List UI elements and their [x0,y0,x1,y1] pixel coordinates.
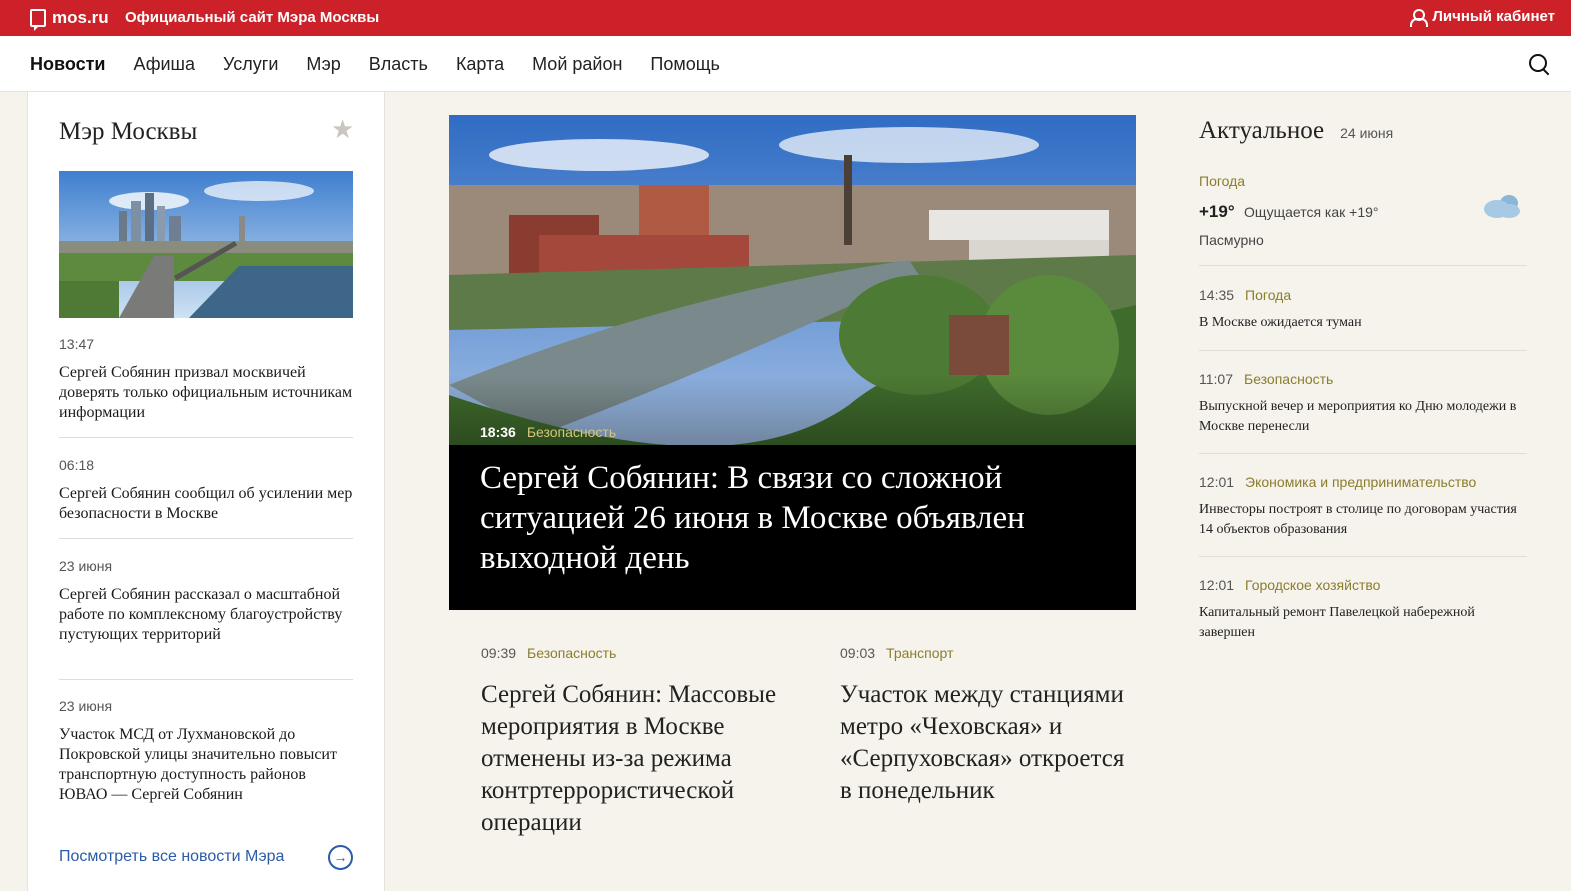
news-title[interactable]: Сергей Собянин: Массовые мероприятия в М… [481,679,781,839]
star-icon[interactable]: ★ [331,114,354,145]
actual-item[interactable]: 14:35 Погода В Москве ожидается туман [1199,287,1527,333]
mayor-news-item[interactable]: 13:47 Сергей Собянин призвал москвичей д… [59,336,353,423]
moscow-city-photo [59,171,353,318]
weather-label[interactable]: Погода [1199,173,1245,189]
actual-date: 24 июня [1340,125,1394,141]
news-title[interactable]: Участок между станциями метро «Чеховская… [840,679,1140,807]
all-mayor-news-link[interactable]: Посмотреть все новости Мэра [59,848,284,866]
nav-item-news[interactable]: Новости [30,54,105,75]
nav-item-help[interactable]: Помощь [650,54,720,75]
weather-desc: Пасмурно [1199,232,1264,248]
weather-temp: +19° [1199,202,1235,221]
hero-title[interactable]: Сергей Собянин: В связи со сложной ситуа… [480,458,1110,578]
item-category[interactable]: Безопасность [1244,371,1333,387]
actual-item[interactable]: 11:07 Безопасность Выпускной вечер и мер… [1199,371,1527,437]
logo-text: mos.ru [52,8,109,27]
personal-cabinet-link[interactable]: Личный кабинет [1410,8,1555,27]
item-text[interactable]: Инвесторы построят в столице по договора… [1199,500,1527,540]
item-time: 12:01 [1199,474,1235,490]
hero-meta: 18:36 Безопасность [480,424,616,440]
hero-news-card[interactable]: 18:36 Безопасность Сергей Собянин: В свя… [449,115,1136,610]
nav-item-afisha[interactable]: Афиша [133,54,195,75]
item-text[interactable]: Капитальный ремонт Павелецкой набережной… [1199,603,1527,643]
divider [1199,350,1527,351]
news-text[interactable]: Сергей Собянин рассказал о масштабной ра… [59,585,353,645]
divider [1199,556,1527,557]
item-text[interactable]: Выпускной вечер и мероприятия ко Дню мол… [1199,397,1527,437]
sub-news-item[interactable]: 09:03 Транспорт Участок между станциями … [840,645,1140,807]
news-text[interactable]: Сергей Собянин призвал москвичей доверят… [59,363,353,423]
search-icon[interactable] [1529,54,1549,74]
item-time: 11:07 [1199,371,1233,387]
divider [59,437,353,438]
item-category[interactable]: Городское хозяйство [1245,577,1380,593]
mayor-news-item[interactable]: 23 июня Сергей Собянин рассказал о масшт… [59,558,353,645]
nav-item-mayor[interactable]: Мэр [306,54,340,75]
nav-item-government[interactable]: Власть [369,54,428,75]
divider [1199,453,1527,454]
cloud-icon [1484,195,1520,218]
item-category[interactable]: Экономика и предпринимательство [1245,474,1476,490]
news-text[interactable]: Сергей Собянин сообщил об усилении мер б… [59,484,353,524]
nav-item-services[interactable]: Услуги [223,54,278,75]
item-time: 14:35 [1199,287,1235,303]
mayor-panel-image[interactable] [59,171,353,318]
nav-item-my-district[interactable]: Мой район [532,54,622,75]
item-category[interactable]: Погода [1245,287,1291,303]
mayor-panel-title[interactable]: Мэр Москвы [59,118,197,146]
news-time: 09:03 [840,645,876,661]
hero-category[interactable]: Безопасность [527,424,616,440]
mayor-news-item[interactable]: 23 июня Участок МСД от Лухмановской до П… [59,698,353,805]
item-text[interactable]: В Москве ожидается туман [1199,313,1527,333]
news-time: 06:18 [59,457,95,473]
hero-time: 18:36 [480,424,516,440]
divider [59,679,353,680]
actual-item[interactable]: 12:01 Городское хозяйство Капитальный ре… [1199,577,1527,643]
divider [1199,265,1527,266]
user-icon [1410,8,1429,27]
mayor-news-item[interactable]: 06:18 Сергей Собянин сообщил об усилении… [59,457,353,524]
news-time: 23 июня [59,698,113,714]
sub-news-item[interactable]: 09:39 Безопасность Сергей Собянин: Массо… [481,645,781,839]
main-nav: Новости Афиша Услуги Мэр Власть Карта Мо… [0,36,1571,92]
weather-feels: Ощущается как +19° [1244,204,1379,220]
actual-item[interactable]: 12:01 Экономика и предпринимательство Ин… [1199,474,1527,540]
news-time: 13:47 [59,336,95,352]
item-time: 12:01 [1199,577,1235,593]
arrow-right-icon[interactable]: → [328,845,353,870]
divider [59,538,353,539]
news-category[interactable]: Безопасность [527,645,616,661]
mayor-news-panel: Мэр Москвы ★ 13:47 Сергей Собянин призва… [27,92,385,891]
actual-title: Актуальное [1199,117,1325,144]
logo-icon [30,9,46,31]
news-time: 09:39 [481,645,517,661]
news-category[interactable]: Транспорт [886,645,953,661]
nav-item-map[interactable]: Карта [456,54,504,75]
news-time: 23 июня [59,558,113,574]
news-text[interactable]: Участок МСД от Лухмановской до Покровско… [59,725,353,805]
top-bar: mos.ru Официальный сайт Мэра Москвы Личн… [0,0,1571,36]
site-title[interactable]: Официальный сайт Мэра Москвы [125,9,379,26]
cabinet-label: Личный кабинет [1432,8,1555,25]
mos-logo[interactable]: mos.ru [30,8,109,31]
